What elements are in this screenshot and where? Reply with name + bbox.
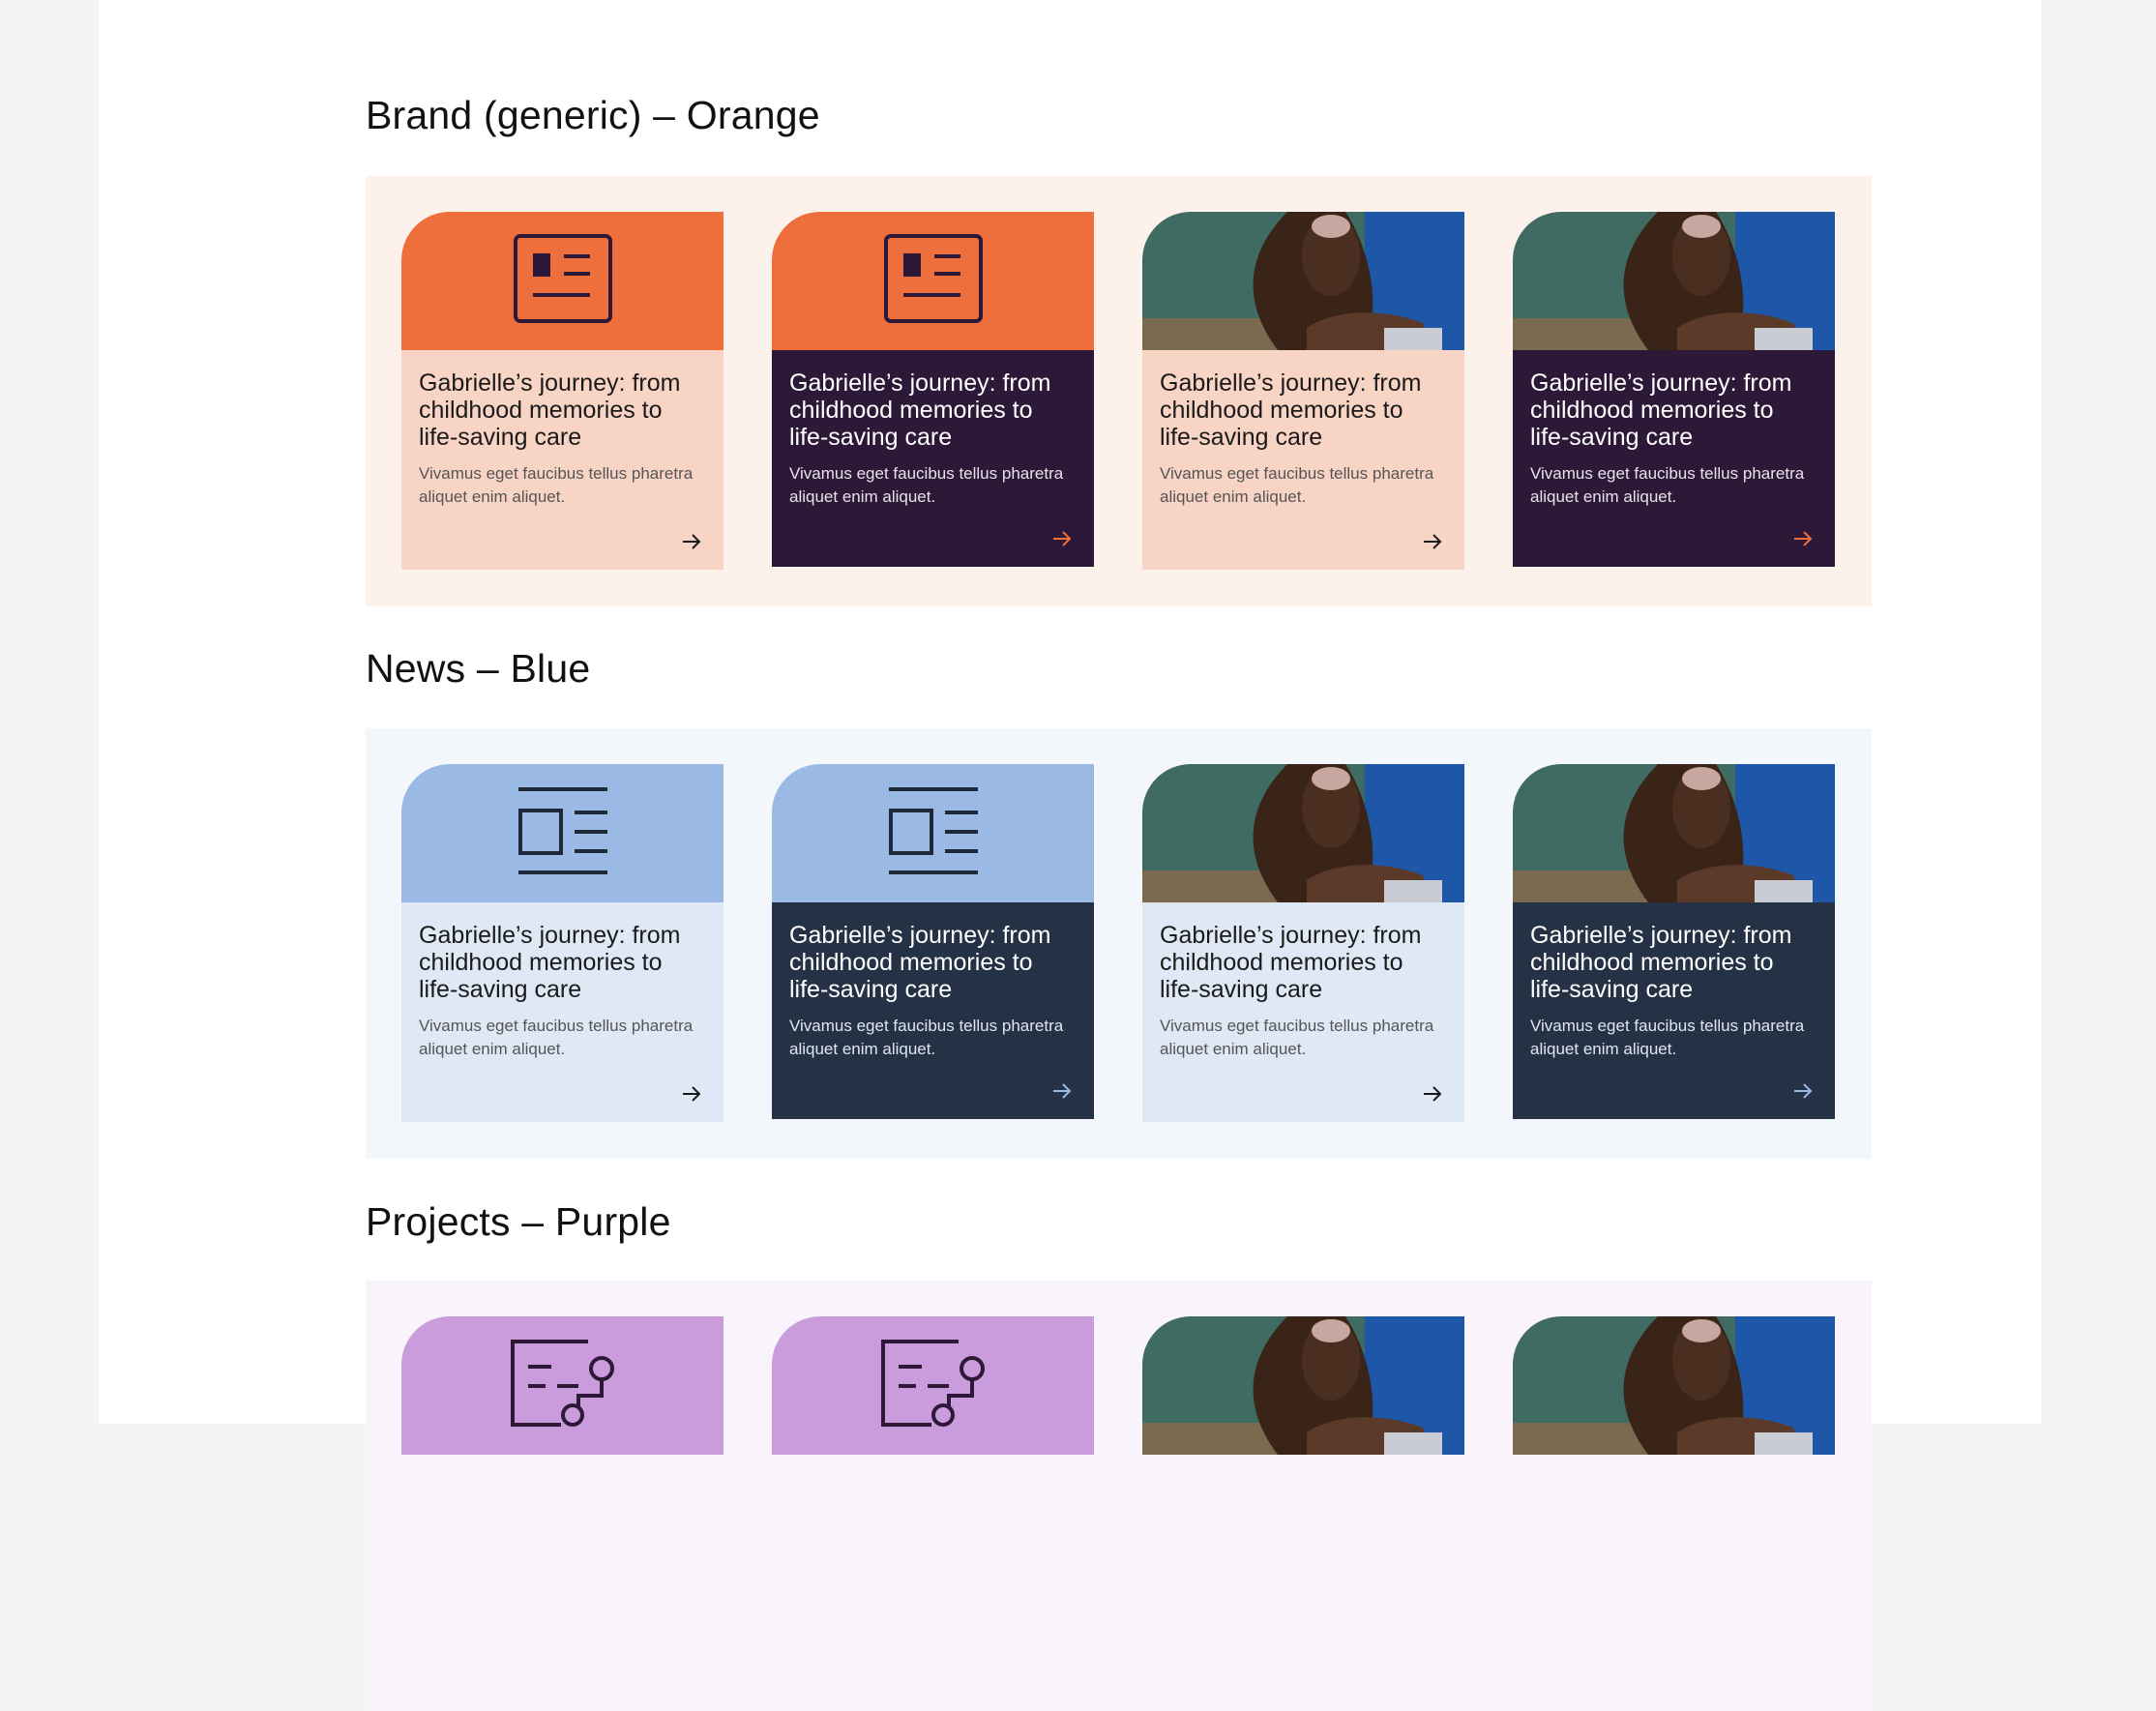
arrow-right-icon[interactable] [1792,1080,1814,1102]
arrow-right-icon[interactable] [1051,528,1073,549]
project-board-icon [509,1338,617,1433]
section-title-orange: Brand (generic) – Orange [366,93,820,137]
arrow-right-icon[interactable] [1422,1083,1443,1105]
card-orange-photo-light[interactable]: Gabrielle’s journey: from childhood memo… [1142,212,1464,570]
card-description: Vivamus eget faucibus tellus pharetra al… [419,1017,694,1058]
card-description: Vivamus eget faucibus tellus pharetra al… [1530,464,1805,506]
card-header [772,1316,1094,1455]
card-description: Vivamus eget faucibus tellus pharetra al… [1160,1017,1434,1058]
card-header [772,212,1094,350]
card-orange-icon-dark[interactable]: Gabrielle’s journey: from childhood memo… [772,212,1094,567]
card-title: Gabrielle’s journey: from childhood memo… [1530,369,1792,451]
card-body: Gabrielle’s journey: from childhood memo… [1142,350,1464,570]
card-title: Gabrielle’s journey: from childhood memo… [1160,369,1422,451]
card-blue-icon-light[interactable]: Gabrielle’s journey: from childhood memo… [401,764,724,1122]
arrow-right-icon[interactable] [1792,528,1814,549]
card-title: Gabrielle’s journey: from childhood memo… [1530,922,1792,1003]
section-title-purple: Projects – Purple [366,1199,671,1244]
card-description: Vivamus eget faucibus tellus pharetra al… [789,464,1064,506]
card-blue-icon-dark[interactable]: Gabrielle’s journey: from childhood memo… [772,764,1094,1119]
card-body: Gabrielle’s journey: from childhood memo… [772,350,1094,567]
card-description: Vivamus eget faucibus tellus pharetra al… [419,464,694,506]
baby-photo [1142,764,1464,902]
card-blue-photo-dark[interactable]: Gabrielle’s journey: from childhood memo… [1513,764,1835,1119]
baby-photo [1513,764,1835,902]
card-purple-icon-dark[interactable] [772,1316,1094,1671]
card-orange-icon-light[interactable]: Gabrielle’s journey: from childhood memo… [401,212,724,570]
card-description: Vivamus eget faucibus tellus pharetra al… [789,1017,1064,1058]
project-board-icon [879,1338,988,1433]
section-title-blue: News – Blue [366,646,591,691]
card-title: Gabrielle’s journey: from childhood memo… [419,369,681,451]
arrow-right-icon[interactable] [1051,1080,1073,1102]
card-body: Gabrielle’s journey: from childhood memo… [401,902,724,1122]
card-purple-photo-light[interactable] [1142,1316,1464,1674]
card-description: Vivamus eget faucibus tellus pharetra al… [1530,1017,1805,1058]
card-panel-blue: Gabrielle’s journey: from childhood memo… [366,728,1872,1159]
card-panel-purple [366,1281,1872,1711]
card-body: Gabrielle’s journey: from childhood memo… [1513,902,1835,1119]
card-panel-orange: Gabrielle’s journey: from childhood memo… [366,176,1872,606]
card-purple-photo-dark[interactable] [1513,1316,1835,1671]
arrow-right-icon[interactable] [681,1083,702,1105]
newspaper-icon [887,785,980,881]
card-body: Gabrielle’s journey: from childhood memo… [401,350,724,570]
card-title: Gabrielle’s journey: from childhood memo… [789,922,1051,1003]
baby-photo [1513,212,1835,350]
card-body: Gabrielle’s journey: from childhood memo… [772,902,1094,1119]
card-purple-icon-light[interactable] [401,1316,724,1674]
card-header [772,764,1094,902]
card-header [401,1316,724,1455]
page-canvas: Brand (generic) – Orange Gabrielle’s jou… [99,0,2041,1711]
card-title: Gabrielle’s journey: from childhood memo… [419,922,681,1003]
baby-photo [1142,1316,1464,1455]
baby-photo [1513,1316,1835,1455]
id-card-icon [513,233,613,329]
card-header [401,212,724,350]
id-card-icon [883,233,984,329]
card-blue-photo-light[interactable]: Gabrielle’s journey: from childhood memo… [1142,764,1464,1122]
card-title: Gabrielle’s journey: from childhood memo… [1160,922,1422,1003]
card-body: Gabrielle’s journey: from childhood memo… [1513,350,1835,567]
card-header [401,764,724,902]
arrow-right-icon[interactable] [1422,531,1443,552]
card-title: Gabrielle’s journey: from childhood memo… [789,369,1051,451]
newspaper-icon [517,785,609,881]
arrow-right-icon[interactable] [681,531,702,552]
baby-photo [1142,212,1464,350]
card-body: Gabrielle’s journey: from childhood memo… [1142,902,1464,1122]
card-description: Vivamus eget faucibus tellus pharetra al… [1160,464,1434,506]
card-orange-photo-dark[interactable]: Gabrielle’s journey: from childhood memo… [1513,212,1835,567]
